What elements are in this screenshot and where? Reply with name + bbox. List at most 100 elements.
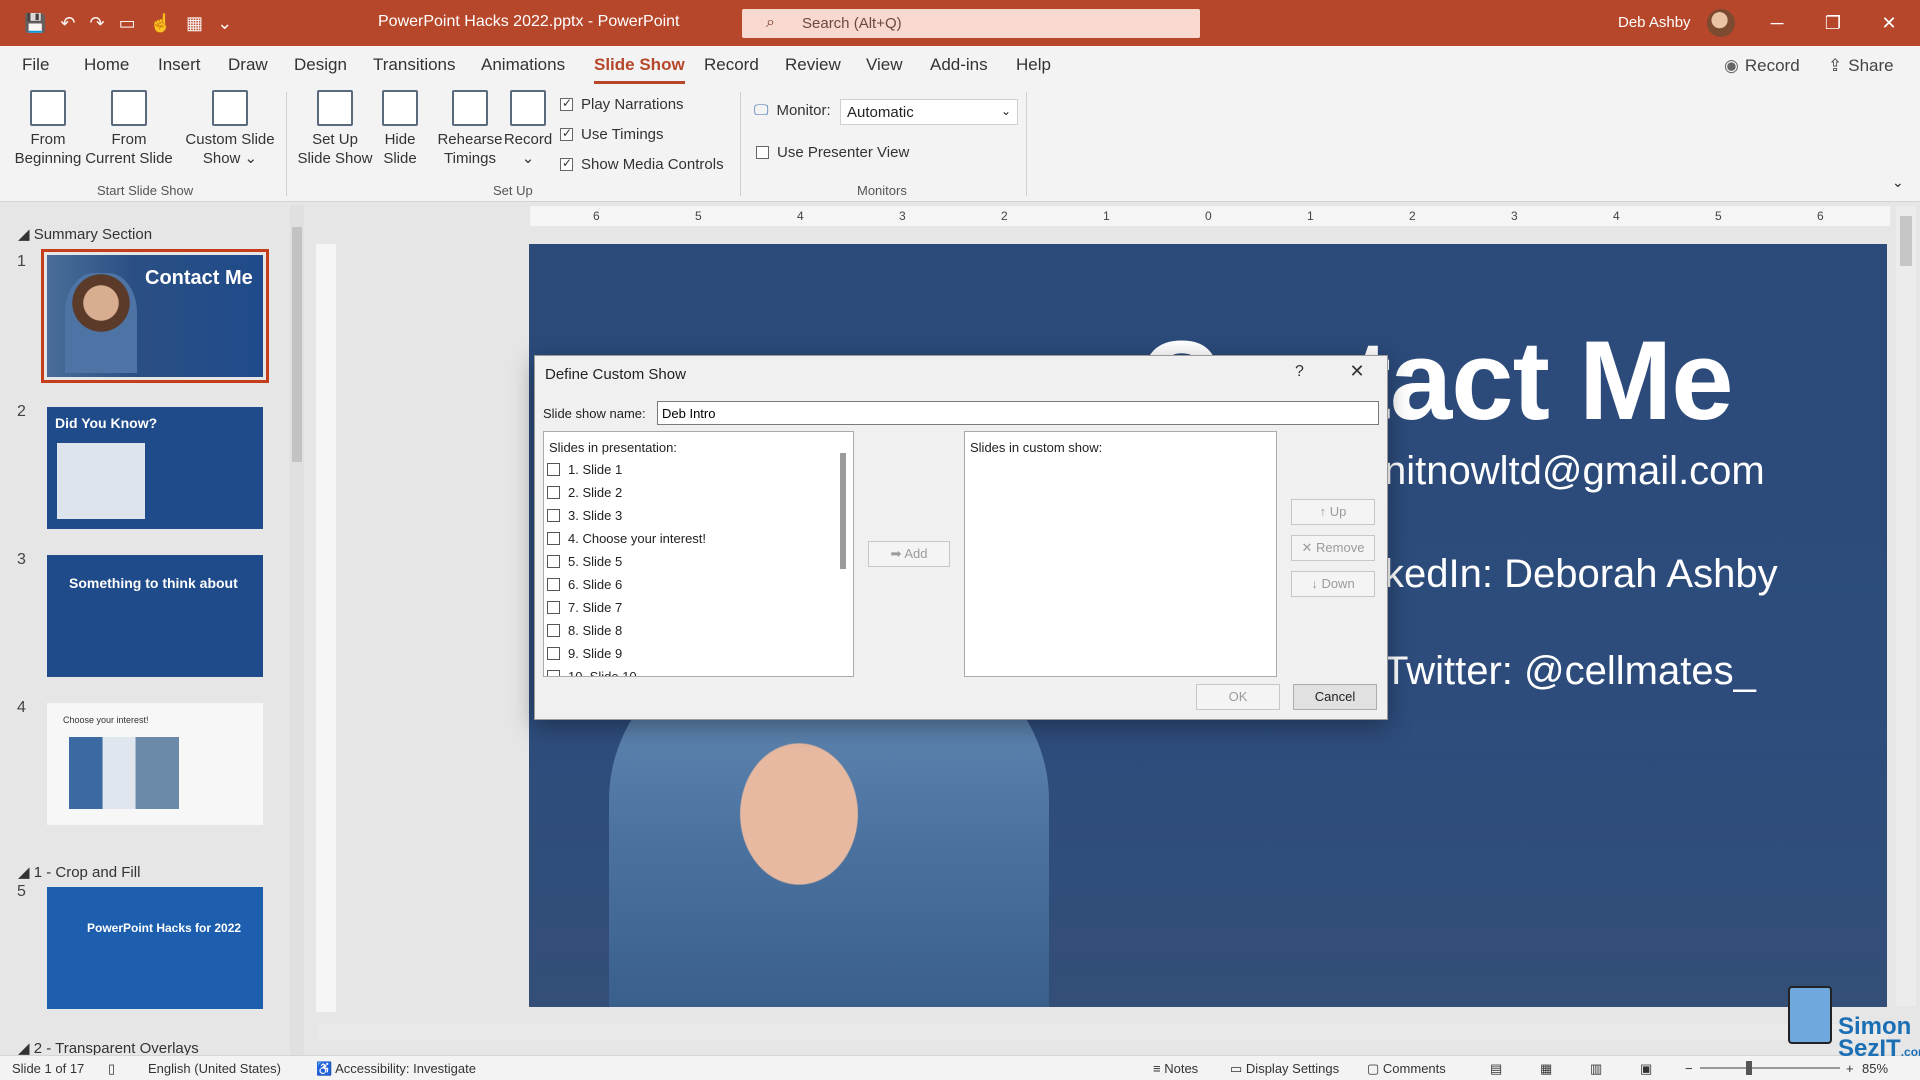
tab-draw[interactable]: Draw <box>228 55 268 75</box>
checkbox[interactable] <box>547 463 560 476</box>
checkbox[interactable] <box>547 670 560 676</box>
slide-linkedin[interactable]: kedIn: Deborah Ashby <box>1384 552 1778 597</box>
zoom-in-icon[interactable]: + <box>1846 1061 1854 1076</box>
share-button[interactable]: ⇪ Share <box>1828 52 1894 80</box>
customize-qat-icon[interactable]: ⌄ <box>217 13 232 34</box>
up-button[interactable]: ↑ Up <box>1291 499 1375 525</box>
slideshow-view-icon[interactable]: ▣ <box>1640 1061 1652 1077</box>
zoom-level[interactable]: 85% <box>1862 1061 1888 1076</box>
custom-slide-show-button[interactable]: Custom Slide Show ⌄ <box>182 90 278 168</box>
save-icon[interactable]: 💾 <box>24 13 46 34</box>
zoom-slider-thumb[interactable] <box>1746 1061 1752 1075</box>
hide-slide-button[interactable]: Hide Slide <box>376 90 424 168</box>
checkbox[interactable] <box>547 509 560 522</box>
tab-design[interactable]: Design <box>294 55 347 75</box>
remove-button[interactable]: ✕ Remove <box>1291 535 1375 561</box>
slide-thumbnail-4[interactable]: Choose your interest! <box>47 703 263 825</box>
slide-thumbnail-2[interactable]: Did You Know? <box>47 407 263 529</box>
language-status[interactable]: English (United States) <box>148 1061 281 1076</box>
tab-record[interactable]: Record <box>704 55 759 75</box>
checkbox[interactable] <box>547 555 560 568</box>
use-presenter-view-checkbox[interactable]: Use Presenter View <box>756 144 909 161</box>
slide-email[interactable]: nitnowltd@gmail.com <box>1384 449 1765 494</box>
slides-in-custom-show-list[interactable]: Slides in custom show: <box>964 431 1277 677</box>
set-up-slide-show-button[interactable]: Set Up Slide Show <box>294 90 376 168</box>
slide-sorter-icon[interactable]: ▦ <box>1540 1061 1552 1077</box>
checkbox[interactable] <box>547 647 560 660</box>
section-summary[interactable]: ◢ Summary Section <box>18 225 152 243</box>
tab-slide-show[interactable]: Slide Show <box>594 55 685 84</box>
use-timings-checkbox[interactable]: Use Timings <box>560 126 664 143</box>
list-scrollbar[interactable] <box>840 453 846 569</box>
layout-icon[interactable]: ▦ <box>186 13 203 34</box>
tab-add-ins[interactable]: Add-ins <box>930 55 988 75</box>
zoom-out-icon[interactable]: − <box>1685 1061 1693 1076</box>
close-window-icon[interactable]: ✕ <box>1874 8 1904 38</box>
tab-review[interactable]: Review <box>785 55 841 75</box>
slide-thumbnail-3[interactable]: Something to think about <box>47 555 263 677</box>
redo-icon[interactable]: ↷ <box>90 13 105 34</box>
slide-thumbnail-1[interactable]: Contact Me <box>41 249 269 383</box>
list-item[interactable]: 4. Choose your interest! <box>547 531 706 546</box>
checkbox[interactable] <box>547 624 560 637</box>
list-item[interactable]: 9. Slide 9 <box>547 646 622 661</box>
play-narrations-checkbox[interactable]: Play Narrations <box>560 96 684 113</box>
touch-mode-icon[interactable]: ☝ <box>150 13 172 34</box>
close-icon[interactable]: ✕ <box>1345 361 1369 382</box>
tab-insert[interactable]: Insert <box>158 55 201 75</box>
list-item[interactable]: 5. Slide 5 <box>547 554 622 569</box>
record-slide-show-button[interactable]: Record ⌄ <box>502 90 554 168</box>
zoom-slider[interactable] <box>1700 1067 1840 1069</box>
tab-animations[interactable]: Animations <box>481 55 565 75</box>
thumbnail-scrollbar[interactable] <box>290 205 304 1055</box>
add-button[interactable]: ➡ Add <box>868 541 950 567</box>
rehearse-timings-button[interactable]: Rehearse Timings <box>432 90 508 168</box>
tab-help[interactable]: Help <box>1016 55 1051 75</box>
list-item[interactable]: 10. Slide 10 <box>547 669 637 676</box>
tab-file[interactable]: File <box>22 55 49 75</box>
tab-home[interactable]: Home <box>84 55 129 75</box>
list-item[interactable]: 1. Slide 1 <box>547 462 622 477</box>
section-crop-and-fill[interactable]: ◢ 1 - Crop and Fill <box>18 863 140 881</box>
scroll-thumb[interactable] <box>1900 216 1912 266</box>
help-icon[interactable]: ? <box>1295 363 1304 381</box>
reading-view-icon[interactable]: ▥ <box>1590 1061 1602 1077</box>
tab-transitions[interactable]: Transitions <box>373 55 456 75</box>
slide-show-name-input[interactable] <box>657 401 1379 425</box>
checkbox[interactable] <box>547 601 560 614</box>
user-name[interactable]: Deb Ashby <box>1618 14 1691 31</box>
canvas-vertical-scrollbar[interactable] <box>1896 206 1916 1006</box>
accessibility-status[interactable]: ♿ Accessibility: Investigate <box>316 1061 476 1077</box>
slide-thumbnail-5[interactable]: PowerPoint Hacks for 2022 <box>47 887 263 1009</box>
minimize-icon[interactable]: ─ <box>1762 8 1792 38</box>
restore-icon[interactable]: ❐ <box>1818 8 1848 38</box>
ok-button[interactable]: OK <box>1196 684 1280 710</box>
checkbox[interactable] <box>547 578 560 591</box>
slides-in-presentation-list[interactable]: Slides in presentation: 1. Slide 1 2. Sl… <box>543 431 854 677</box>
record-button[interactable]: ◉ Record <box>1724 52 1800 80</box>
list-item[interactable]: 6. Slide 6 <box>547 577 622 592</box>
tab-view[interactable]: View <box>866 55 903 75</box>
collapse-ribbon-icon[interactable]: ⌄ <box>1892 174 1904 191</box>
search-box[interactable]: ⌕ Search (Alt+Q) <box>742 9 1200 38</box>
list-item[interactable]: 2. Slide 2 <box>547 485 622 500</box>
spellcheck-icon[interactable]: ▯ <box>108 1061 115 1077</box>
cancel-button[interactable]: Cancel <box>1293 684 1377 710</box>
list-item[interactable]: 7. Slide 7 <box>547 600 622 615</box>
avatar[interactable] <box>1707 9 1735 37</box>
notes-button[interactable]: ≡ Notes <box>1153 1061 1198 1076</box>
canvas-horizontal-scrollbar[interactable] <box>318 1024 1888 1040</box>
checkbox[interactable] <box>547 532 560 545</box>
scroll-thumb[interactable] <box>292 227 302 462</box>
from-current-slide-button[interactable]: From Current Slide <box>84 90 174 168</box>
list-item[interactable]: 3. Slide 3 <box>547 508 622 523</box>
list-item[interactable]: 8. Slide 8 <box>547 623 622 638</box>
undo-icon[interactable]: ↶ <box>60 13 75 34</box>
present-icon[interactable]: ▭ <box>119 13 136 34</box>
display-settings-button[interactable]: ▭ Display Settings <box>1230 1061 1339 1077</box>
from-beginning-button[interactable]: From Beginning <box>12 90 84 168</box>
show-media-controls-checkbox[interactable]: Show Media Controls <box>560 156 724 173</box>
slide-twitter[interactable]: Twitter: @cellmates_ <box>1384 649 1756 694</box>
checkbox[interactable] <box>547 486 560 499</box>
normal-view-icon[interactable]: ▤ <box>1490 1061 1502 1077</box>
